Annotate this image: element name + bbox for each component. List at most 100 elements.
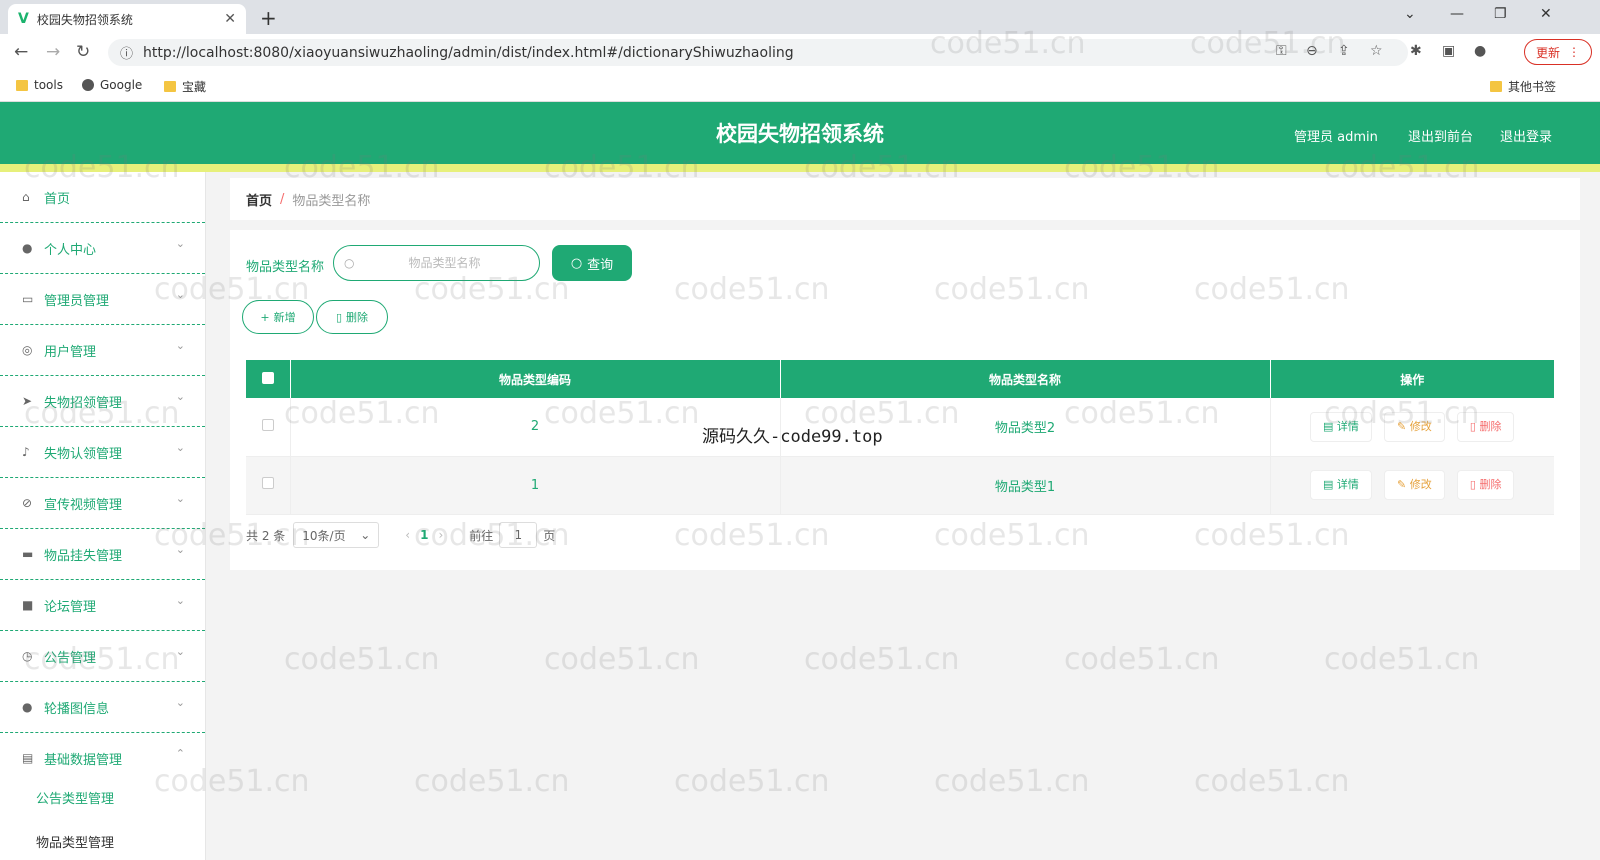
exit-to-front-link[interactable]: 退出到前台 (1408, 126, 1473, 145)
url-field[interactable]: ⓘ http://localhost:8080/xiaoyuansiwuzhao… (108, 39, 1408, 66)
bookmarks-bar: tools Google 宝藏 其他书签 (0, 70, 1600, 102)
edit-button[interactable]: ✎ 修改 (1384, 470, 1445, 500)
folder-icon (1490, 81, 1502, 92)
row-select-cell (246, 398, 291, 457)
chevron-up-icon: ⌃ (175, 747, 185, 760)
bulk-delete-button[interactable]: ▯ 删除 (316, 300, 388, 334)
logout-link[interactable]: 退出登录 (1500, 126, 1552, 145)
sidebar-item-home[interactable]: ⌂ 首页 (0, 172, 205, 223)
app-header: 校园失物招领系统 管理员 admin 退出到前台 退出登录 (0, 102, 1600, 164)
total-count: 共 2 条 (246, 528, 286, 543)
vue-logo-icon: V (18, 11, 29, 27)
site-info-icon[interactable]: ⓘ (120, 43, 133, 62)
breadcrumb-current: 物品类型名称 (292, 193, 371, 209)
row-delete-button[interactable]: ▯ 删除 (1456, 470, 1515, 500)
detail-button[interactable]: ▤ 详情 (1310, 411, 1372, 442)
browser-tab[interactable]: V 校园失物招领系统 ✕ (8, 4, 246, 34)
sidebar-item-lost-report[interactable]: ▬ 物品挂失管理 ⌄ (0, 529, 205, 580)
extensions-icon[interactable]: ✱ (1410, 43, 1422, 59)
bookmark-tools[interactable]: tools (16, 78, 63, 92)
close-tab-icon[interactable]: ✕ (224, 11, 236, 27)
cell-name: 物品类型1 (780, 456, 1271, 515)
user-icon: ● (22, 241, 33, 255)
query-button[interactable]: ○ 查询 (552, 245, 632, 281)
chevron-down-icon: ⌄ (360, 528, 371, 542)
pagination: 共 2 条 10条/页 ⌄ ‹ 1 › 前往 1 页 (246, 520, 555, 550)
update-button[interactable]: 更新 ⋮ (1524, 39, 1592, 65)
watermark: code51.cn (934, 764, 1090, 799)
column-header-code: 物品类型编码 (290, 360, 781, 398)
side-panel-icon[interactable]: ▣ (1442, 43, 1455, 59)
row-checkbox[interactable] (261, 418, 274, 431)
watermark: code51.cn (1324, 642, 1480, 677)
chevron-down-icon: ⌄ (175, 492, 185, 505)
home-icon: ⌂ (22, 190, 30, 204)
search-input[interactable] (354, 255, 535, 271)
goto-page-input[interactable]: 1 (499, 522, 538, 548)
chevron-down-icon: ⌄ (175, 390, 185, 403)
goto-label: 前往 (469, 528, 494, 543)
column-header-name: 物品类型名称 (780, 360, 1271, 398)
reload-icon[interactable]: ↻ (76, 42, 90, 62)
sidebar-item-base-data[interactable]: ▤ 基础数据管理 ⌃ (0, 733, 205, 784)
window-close-icon[interactable]: ✕ (1540, 6, 1552, 22)
share-icon[interactable]: ⇪ (1338, 43, 1350, 59)
url-text: http://localhost:8080/xiaoyuansiwuzhaoli… (143, 44, 794, 61)
select-all-checkbox[interactable] (261, 371, 274, 384)
sidebar-item-lost-found[interactable]: ➤ 失物招领管理 ⌄ (0, 376, 205, 427)
next-page-icon[interactable]: › (438, 528, 443, 542)
sidebar-item-notices[interactable]: ◷ 公告管理 ⌄ (0, 631, 205, 682)
sidebar-item-users[interactable]: ◎ 用户管理 ⌄ (0, 325, 205, 376)
table-row: 2 物品类型2 ▤ 详情 ✎ 修改 ▯ 删除 (246, 398, 1554, 457)
minimize-icon[interactable]: — (1450, 6, 1464, 22)
page-suffix: 页 (543, 528, 556, 543)
sidebar-subitem-notice-types[interactable]: 公告类型管理 (36, 788, 114, 807)
cell-actions: ▤ 详情 ✎ 修改 ▯ 删除 (1270, 456, 1554, 515)
tab-search-icon[interactable]: ⌄ (1404, 6, 1416, 22)
sidebar-item-admins[interactable]: ▭ 管理员管理 ⌄ (0, 274, 205, 325)
select-all-cell (246, 360, 291, 398)
table-header-row: 物品类型编码 物品类型名称 操作 (246, 360, 1554, 398)
search-input-wrapper[interactable]: ○ (333, 245, 540, 281)
watermark: code51.cn (414, 764, 570, 799)
chevron-down-icon: ⌄ (175, 339, 185, 352)
sidebar-item-claims[interactable]: ♪ 失物认领管理 ⌄ (0, 427, 205, 478)
content-card: 物品类型名称 ○ ○ 查询 + 新增 ▯ 删除 物品类型编码 物品类型名称 操作… (230, 230, 1580, 570)
watermark: code51.cn (284, 642, 440, 677)
page-size-select[interactable]: 10条/页 ⌄ (293, 522, 380, 548)
sidebar-item-carousel[interactable]: ● 轮播图信息 ⌄ (0, 682, 205, 733)
chevron-down-icon: ⌄ (175, 237, 185, 250)
search-icon: ○ (570, 255, 583, 271)
add-button[interactable]: + 新增 (242, 300, 314, 334)
restore-icon[interactable]: ❐ (1494, 6, 1507, 22)
profile-icon[interactable]: ● (1474, 43, 1486, 59)
send-icon: ➤ (22, 394, 33, 408)
watermark: code51.cn (1064, 642, 1220, 677)
sidebar-item-profile[interactable]: ● 个人中心 ⌄ (0, 223, 205, 274)
back-icon[interactable]: ← (14, 42, 28, 62)
forward-icon[interactable]: → (46, 42, 60, 62)
chevron-down-icon: ⌄ (175, 543, 185, 556)
key-icon[interactable]: ⚿ (1276, 43, 1287, 59)
new-tab-icon[interactable]: + (260, 6, 277, 30)
chevron-down-icon: ⌄ (175, 594, 185, 607)
detail-button[interactable]: ▤ 详情 (1310, 470, 1372, 500)
sidebar-item-videos[interactable]: ⊘ 宣传视频管理 ⌄ (0, 478, 205, 529)
star-icon[interactable]: ☆ (1370, 43, 1383, 59)
clock-icon: ◷ (22, 649, 33, 663)
bookmark-other[interactable]: 其他书签 (1490, 78, 1556, 95)
row-delete-button[interactable]: ▯ 删除 (1456, 411, 1515, 442)
browser-tab-bar: V 校园失物招领系统 ✕ + ⌄ — ❐ ✕ (0, 0, 1600, 34)
breadcrumb-home[interactable]: 首页 (246, 190, 272, 209)
page-number-current[interactable]: 1 (420, 528, 428, 542)
zoom-icon[interactable]: ⊖ (1306, 43, 1318, 59)
bookmark-treasure[interactable]: 宝藏 (164, 78, 206, 95)
row-checkbox[interactable] (261, 477, 274, 489)
watermark: code51.cn (544, 642, 700, 677)
edit-button[interactable]: ✎ 修改 (1384, 411, 1445, 442)
prev-page-icon[interactable]: ‹ (405, 528, 410, 542)
forum-icon: ■ (22, 598, 34, 612)
bookmark-google[interactable]: Google (82, 78, 142, 92)
sidebar-item-forum[interactable]: ■ 论坛管理 ⌄ (0, 580, 205, 631)
sidebar-subitem-item-types[interactable]: 物品类型管理 (36, 832, 114, 851)
